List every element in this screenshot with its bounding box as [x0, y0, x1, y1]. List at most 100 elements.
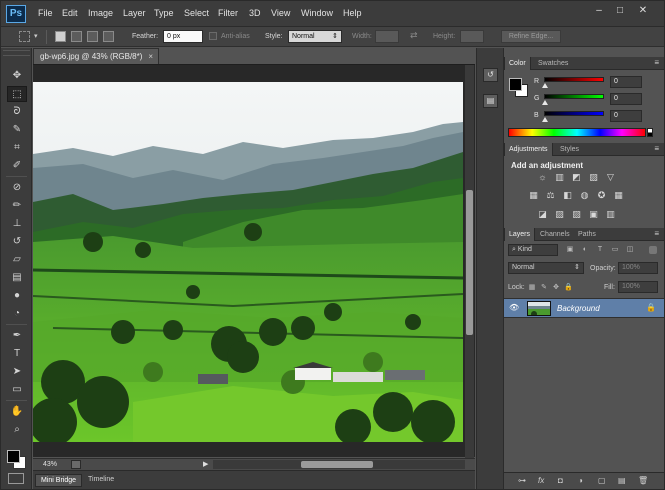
- r-value[interactable]: 0: [610, 76, 642, 88]
- swap-dimensions-icon[interactable]: ⇄: [410, 30, 418, 41]
- pixel-filter-icon[interactable]: ▣: [566, 246, 574, 254]
- posterize-icon[interactable]: ▨: [554, 209, 565, 219]
- preset-dropdown-icon[interactable]: ▾: [34, 32, 38, 40]
- menu-file[interactable]: File: [38, 8, 53, 18]
- refine-edge-button[interactable]: Refine Edge...: [501, 30, 561, 43]
- properties-panel-icon[interactable]: ▤: [483, 94, 498, 108]
- vibrance-icon[interactable]: ▽: [605, 172, 616, 182]
- shape-filter-icon[interactable]: ▭: [611, 246, 619, 254]
- quick-mask-icon[interactable]: [8, 473, 24, 484]
- menu-window[interactable]: Window: [301, 8, 333, 18]
- add-mask-icon[interactable]: ◘: [558, 476, 563, 485]
- layer-row-background[interactable]: 👁 Background 🔒: [504, 298, 664, 318]
- foreground-color-swatch[interactable]: [7, 450, 20, 463]
- link-layers-icon[interactable]: ⊶: [518, 476, 526, 485]
- tab-mini-bridge[interactable]: Mini Bridge: [35, 474, 83, 487]
- canvas-area[interactable]: [33, 64, 475, 457]
- tab-adjustments[interactable]: Adjustments: [504, 143, 553, 156]
- invert-icon[interactable]: ◪: [537, 209, 548, 219]
- filter-toggle-icon[interactable]: [649, 246, 657, 254]
- minimize-button[interactable]: –: [590, 4, 608, 18]
- r-slider[interactable]: [544, 77, 604, 82]
- brush-tool[interactable]: ✏: [7, 198, 27, 214]
- black-white-picker[interactable]: [647, 128, 653, 137]
- antialias-checkbox[interactable]: [209, 32, 217, 40]
- color-balance-icon[interactable]: ⚖: [545, 190, 556, 200]
- brightness-contrast-icon[interactable]: ☼: [537, 172, 548, 182]
- lock-icon[interactable]: 🔒: [646, 303, 656, 312]
- menu-3d[interactable]: 3D: [249, 8, 261, 18]
- style-select[interactable]: Normal ⇕: [288, 30, 342, 43]
- blur-tool[interactable]: ●: [7, 288, 27, 304]
- pen-tool[interactable]: ✒: [7, 328, 27, 344]
- type-tool[interactable]: T: [7, 346, 27, 362]
- status-info-icon[interactable]: [71, 460, 81, 469]
- g-slider-thumb[interactable]: [542, 100, 548, 105]
- new-group-icon[interactable]: ▢: [598, 476, 606, 485]
- vertical-scroll-thumb[interactable]: [466, 190, 473, 335]
- menu-image[interactable]: Image: [88, 8, 113, 18]
- move-tool[interactable]: ✥: [7, 68, 27, 84]
- crop-tool[interactable]: ⌗: [7, 140, 27, 156]
- horizontal-scroll-thumb[interactable]: [301, 461, 373, 468]
- clone-stamp-tool[interactable]: ⊥: [7, 216, 27, 232]
- trash-icon[interactable]: 🗑: [638, 476, 648, 485]
- g-value[interactable]: 0: [610, 93, 642, 105]
- tab-swatches[interactable]: Swatches: [534, 57, 572, 70]
- panel-menu-icon[interactable]: ≡: [654, 229, 659, 238]
- color-panel-foreground-swatch[interactable]: [509, 78, 522, 91]
- channel-mixer-icon[interactable]: ✪: [596, 190, 607, 200]
- intersect-selection-icon[interactable]: [103, 31, 114, 42]
- menu-filter[interactable]: Filter: [218, 8, 238, 18]
- tab-timeline[interactable]: Timeline: [83, 474, 119, 487]
- lock-transparent-icon[interactable]: ▦: [528, 284, 536, 292]
- path-selection-tool[interactable]: ➤: [7, 364, 27, 380]
- width-input[interactable]: [375, 30, 399, 43]
- close-document-icon[interactable]: ×: [148, 49, 153, 64]
- levels-icon[interactable]: ▥: [554, 172, 565, 182]
- tab-paths[interactable]: Paths: [574, 228, 600, 241]
- vertical-scrollbar[interactable]: [465, 65, 474, 458]
- quick-selection-tool[interactable]: ✎: [7, 122, 27, 138]
- hand-tool[interactable]: ✋: [7, 404, 27, 420]
- color-spectrum[interactable]: [508, 128, 646, 137]
- opacity-input[interactable]: 100%: [618, 262, 658, 274]
- subtract-selection-icon[interactable]: [87, 31, 98, 42]
- panel-menu-icon[interactable]: ≡: [654, 58, 659, 67]
- dodge-tool[interactable]: ◔: [7, 306, 27, 322]
- history-brush-tool[interactable]: ↺: [7, 234, 27, 250]
- threshold-icon[interactable]: ▨: [571, 209, 582, 219]
- maximize-button[interactable]: □: [611, 4, 629, 18]
- color-lookup-icon[interactable]: ▦: [613, 190, 624, 200]
- menu-type[interactable]: Type: [154, 8, 174, 18]
- fill-input[interactable]: 100%: [618, 281, 658, 293]
- marquee-preset-icon[interactable]: [19, 31, 30, 42]
- layer-name[interactable]: Background: [557, 304, 600, 313]
- exposure-icon[interactable]: ▨: [588, 172, 599, 182]
- smart-object-filter-icon[interactable]: ◫: [626, 246, 634, 254]
- landscape-photo[interactable]: [33, 82, 463, 442]
- add-selection-icon[interactable]: [71, 31, 82, 42]
- feather-input[interactable]: 0 px: [163, 30, 203, 43]
- close-window-button[interactable]: ✕: [634, 4, 652, 18]
- zoom-level[interactable]: 43%: [43, 461, 57, 468]
- black-white-icon[interactable]: ◧: [562, 190, 573, 200]
- history-panel-icon[interactable]: ↺: [483, 68, 498, 82]
- b-value[interactable]: 0: [610, 110, 642, 122]
- rectangle-shape-tool[interactable]: ▭: [7, 382, 27, 398]
- status-menu-arrow-icon[interactable]: ▶: [203, 460, 208, 468]
- eyedropper-tool[interactable]: ✐: [7, 158, 27, 174]
- selective-color-icon[interactable]: ▥: [605, 209, 616, 219]
- menu-help[interactable]: Help: [343, 8, 362, 18]
- menu-select[interactable]: Select: [184, 8, 209, 18]
- document-tab[interactable]: gb-wp6.jpg @ 43% (RGB/8*) ×: [33, 48, 159, 64]
- gradient-map-icon[interactable]: ▣: [588, 209, 599, 219]
- eraser-tool[interactable]: ▱: [7, 252, 27, 268]
- healing-brush-tool[interactable]: ⊘: [7, 180, 27, 196]
- layer-style-icon[interactable]: fx: [538, 476, 544, 485]
- hue-saturation-icon[interactable]: ▦: [528, 190, 539, 200]
- b-slider-thumb[interactable]: [542, 117, 548, 122]
- r-slider-thumb[interactable]: [542, 83, 548, 88]
- height-input[interactable]: [460, 30, 484, 43]
- gradient-tool[interactable]: ▤: [7, 270, 27, 286]
